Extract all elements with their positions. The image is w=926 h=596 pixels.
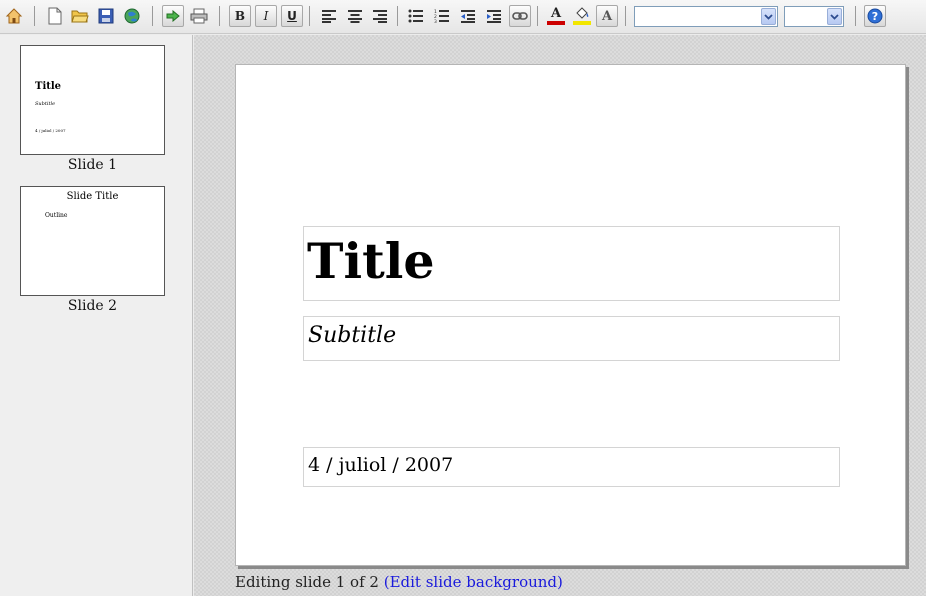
slide-panel: Title Subtitle 4 / juliol / 2007 Slide 1… bbox=[0, 35, 193, 596]
go-arrow-icon[interactable] bbox=[162, 5, 184, 27]
slide-thumbnail-2[interactable]: Slide Title Outline bbox=[20, 186, 165, 296]
slide-subtitle-box[interactable]: Subtitle bbox=[303, 316, 840, 361]
chevron-down-icon[interactable] bbox=[761, 8, 776, 25]
thumb-date: 4 / juliol / 2007 bbox=[35, 128, 66, 133]
text-shadow-icon[interactable]: A bbox=[596, 5, 618, 27]
italic-icon[interactable]: I bbox=[255, 5, 277, 27]
svg-text:3: 3 bbox=[434, 19, 437, 23]
thumb-title: Title bbox=[35, 81, 62, 92]
align-left-icon[interactable] bbox=[318, 5, 340, 27]
bullet-list-icon[interactable] bbox=[405, 5, 427, 27]
toolbar-separator bbox=[152, 6, 153, 26]
align-center-icon[interactable] bbox=[344, 5, 366, 27]
fill-color-swatch bbox=[573, 21, 591, 25]
toolbar-separator bbox=[855, 6, 856, 26]
slide-thumbnail-1[interactable]: Title Subtitle 4 / juliol / 2007 bbox=[20, 45, 165, 155]
status-text: Editing slide 1 of 2 bbox=[235, 573, 379, 591]
toolbar-separator bbox=[397, 6, 398, 26]
save-icon[interactable] bbox=[95, 5, 117, 27]
thumb-subtitle: Subtitle bbox=[35, 101, 56, 107]
fill-color-icon[interactable] bbox=[571, 5, 593, 27]
status-bar: Editing slide 1 of 2 (Edit slide backgro… bbox=[235, 573, 563, 591]
slide-canvas[interactable]: Title Subtitle 4 / juliol / 2007 bbox=[235, 64, 906, 566]
toolbar-separator bbox=[625, 6, 626, 26]
new-document-icon[interactable] bbox=[44, 5, 66, 27]
slide-canvas-area: Title Subtitle 4 / juliol / 2007 bbox=[194, 35, 926, 596]
toolbar-separator bbox=[219, 6, 220, 26]
home-icon[interactable] bbox=[3, 5, 25, 27]
numbered-list-icon[interactable]: 123 bbox=[431, 5, 453, 27]
slide-title-box[interactable]: Title bbox=[303, 226, 840, 301]
align-right-icon[interactable] bbox=[369, 5, 391, 27]
slide-date-box[interactable]: 4 / juliol / 2007 bbox=[303, 447, 840, 487]
print-icon[interactable] bbox=[188, 5, 210, 27]
open-folder-icon[interactable] bbox=[69, 5, 91, 27]
font-color-swatch bbox=[547, 21, 565, 25]
font-size-select[interactable] bbox=[784, 6, 844, 27]
toolbar-separator bbox=[537, 6, 538, 26]
thumb-title: Slide Title bbox=[66, 191, 119, 202]
slide-label-1[interactable]: Slide 1 bbox=[20, 157, 165, 173]
chevron-down-icon[interactable] bbox=[827, 8, 842, 25]
font-color-icon[interactable]: A bbox=[545, 5, 567, 27]
edit-background-link[interactable]: (Edit slide background) bbox=[384, 573, 563, 591]
font-family-select[interactable] bbox=[634, 6, 778, 27]
toolbar-separator bbox=[34, 6, 35, 26]
bold-icon[interactable]: B bbox=[229, 5, 251, 27]
svg-text:?: ? bbox=[872, 10, 878, 23]
underline-icon[interactable]: U bbox=[281, 5, 303, 27]
toolbar: B I U 123 A A ? bbox=[0, 0, 926, 34]
web-globe-icon[interactable] bbox=[121, 5, 143, 27]
indent-icon[interactable] bbox=[483, 5, 505, 27]
help-icon[interactable]: ? bbox=[864, 5, 886, 27]
toolbar-separator bbox=[309, 6, 310, 26]
thumb-outline: Outline bbox=[45, 212, 68, 219]
slide-label-2[interactable]: Slide 2 bbox=[20, 298, 165, 314]
outdent-icon[interactable] bbox=[457, 5, 479, 27]
font-color-letter: A bbox=[550, 6, 562, 21]
link-icon[interactable] bbox=[509, 5, 531, 27]
